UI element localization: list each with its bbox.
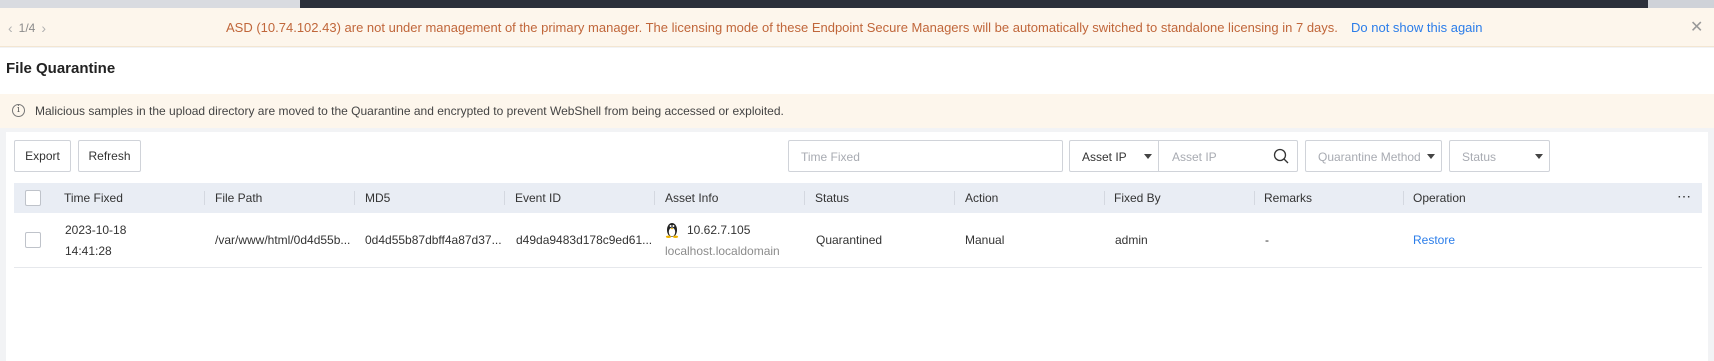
export-button[interactable]: Export: [14, 140, 71, 172]
info-text: Malicious samples in the upload director…: [35, 104, 784, 118]
asset-ip-placeholder: Asset IP: [1172, 150, 1217, 164]
time-fixed-picker[interactable]: Time Fixed: [788, 140, 1063, 172]
column-divider[interactable]: [1403, 191, 1404, 205]
time-fixed-placeholder: Time Fixed: [801, 150, 860, 164]
cell-time: 14:41:28: [65, 244, 112, 258]
info-icon: i: [12, 104, 25, 117]
column-header-remarks[interactable]: Remarks: [1264, 191, 1312, 205]
chevron-right-icon[interactable]: ›: [41, 20, 46, 36]
top-strip-light: [0, 0, 300, 8]
asset-ip-select[interactable]: Asset IP: [1070, 141, 1159, 171]
cell-fixed-by: admin: [1115, 233, 1148, 247]
top-strip: [0, 0, 1714, 8]
caret-down-icon: [1144, 154, 1152, 159]
status-select[interactable]: Status: [1449, 140, 1550, 172]
caret-down-icon: [1535, 154, 1543, 159]
column-divider[interactable]: [804, 191, 805, 205]
search-icon[interactable]: [1273, 148, 1289, 164]
column-header-action[interactable]: Action: [965, 191, 998, 205]
do-not-show-again-link[interactable]: Do not show this again: [1351, 20, 1483, 35]
cell-date: 2023-10-18: [65, 223, 127, 237]
cell-status: Quarantined: [816, 233, 883, 247]
table-row[interactable]: 2023-10-18 14:41:28 /var/www/html/0d4d55…: [14, 213, 1702, 268]
refresh-button[interactable]: Refresh: [78, 140, 141, 172]
status-placeholder: Status: [1462, 150, 1497, 164]
cell-remarks: -: [1265, 233, 1269, 247]
asset-ip-search-group: Asset IP Asset IP: [1069, 140, 1298, 172]
cell-asset-ip: 10.62.7.105: [687, 223, 751, 237]
column-divider[interactable]: [954, 191, 955, 205]
linux-tux-icon: [665, 223, 679, 238]
column-divider[interactable]: [654, 191, 655, 205]
chevron-left-icon[interactable]: ‹: [8, 20, 13, 36]
column-divider[interactable]: [1104, 191, 1105, 205]
license-notice-banner: ‹ 1/4 › ASD (10.74.102.43) are not under…: [0, 8, 1714, 47]
column-divider[interactable]: [354, 191, 355, 205]
notice-pager-count: 1/4: [18, 21, 36, 35]
column-divider[interactable]: [1254, 191, 1255, 205]
notice-message: ASD (10.74.102.43) are not under managem…: [226, 20, 1338, 35]
column-header-file-path[interactable]: File Path: [215, 191, 262, 205]
quarantine-method-placeholder: Quarantine Method: [1318, 150, 1421, 164]
table-header: Time Fixed File Path MD5 Event ID Asset …: [14, 183, 1702, 213]
cell-action: Manual: [965, 233, 1005, 247]
column-header-operation: Operation: [1413, 191, 1466, 205]
quarantine-panel: Export Refresh Time Fixed Asset IP Asset…: [6, 132, 1708, 361]
cell-md5: 0d4d55b87dbff4a87d37...: [365, 233, 502, 247]
column-header-md5[interactable]: MD5: [365, 191, 390, 205]
column-header-status[interactable]: Status: [815, 191, 849, 205]
page-title: File Quarantine: [6, 60, 116, 77]
column-header-event-id[interactable]: Event ID: [515, 191, 561, 205]
caret-down-icon: [1427, 154, 1435, 159]
asset-ip-input[interactable]: Asset IP: [1160, 141, 1297, 171]
info-bar: i Malicious samples in the upload direct…: [0, 94, 1714, 128]
cell-event-id: d49da9483d178c9ed61...: [516, 233, 653, 247]
close-icon[interactable]: ✕: [1690, 17, 1703, 37]
column-divider[interactable]: [504, 191, 505, 205]
asset-ip-select-value: Asset IP: [1082, 150, 1127, 164]
row-checkbox[interactable]: [25, 232, 41, 248]
quarantine-method-select[interactable]: Quarantine Method: [1305, 140, 1442, 172]
cell-file-path: /var/www/html/0d4d55b...: [215, 233, 351, 247]
select-all-checkbox[interactable]: [25, 190, 41, 206]
notice-pager: ‹ 1/4 ›: [8, 20, 46, 36]
top-strip-light-right: [1648, 0, 1714, 8]
column-divider[interactable]: [204, 191, 205, 205]
more-options-icon[interactable]: ⋯: [1677, 188, 1692, 205]
page-header: File Quarantine: [0, 48, 1714, 94]
column-header-asset-info[interactable]: Asset Info: [665, 191, 718, 205]
restore-link[interactable]: Restore: [1413, 233, 1455, 247]
cell-asset-host: localhost.localdomain: [665, 244, 780, 258]
column-header-fixed-by[interactable]: Fixed By: [1114, 191, 1161, 205]
column-header-time-fixed[interactable]: Time Fixed: [64, 191, 123, 205]
